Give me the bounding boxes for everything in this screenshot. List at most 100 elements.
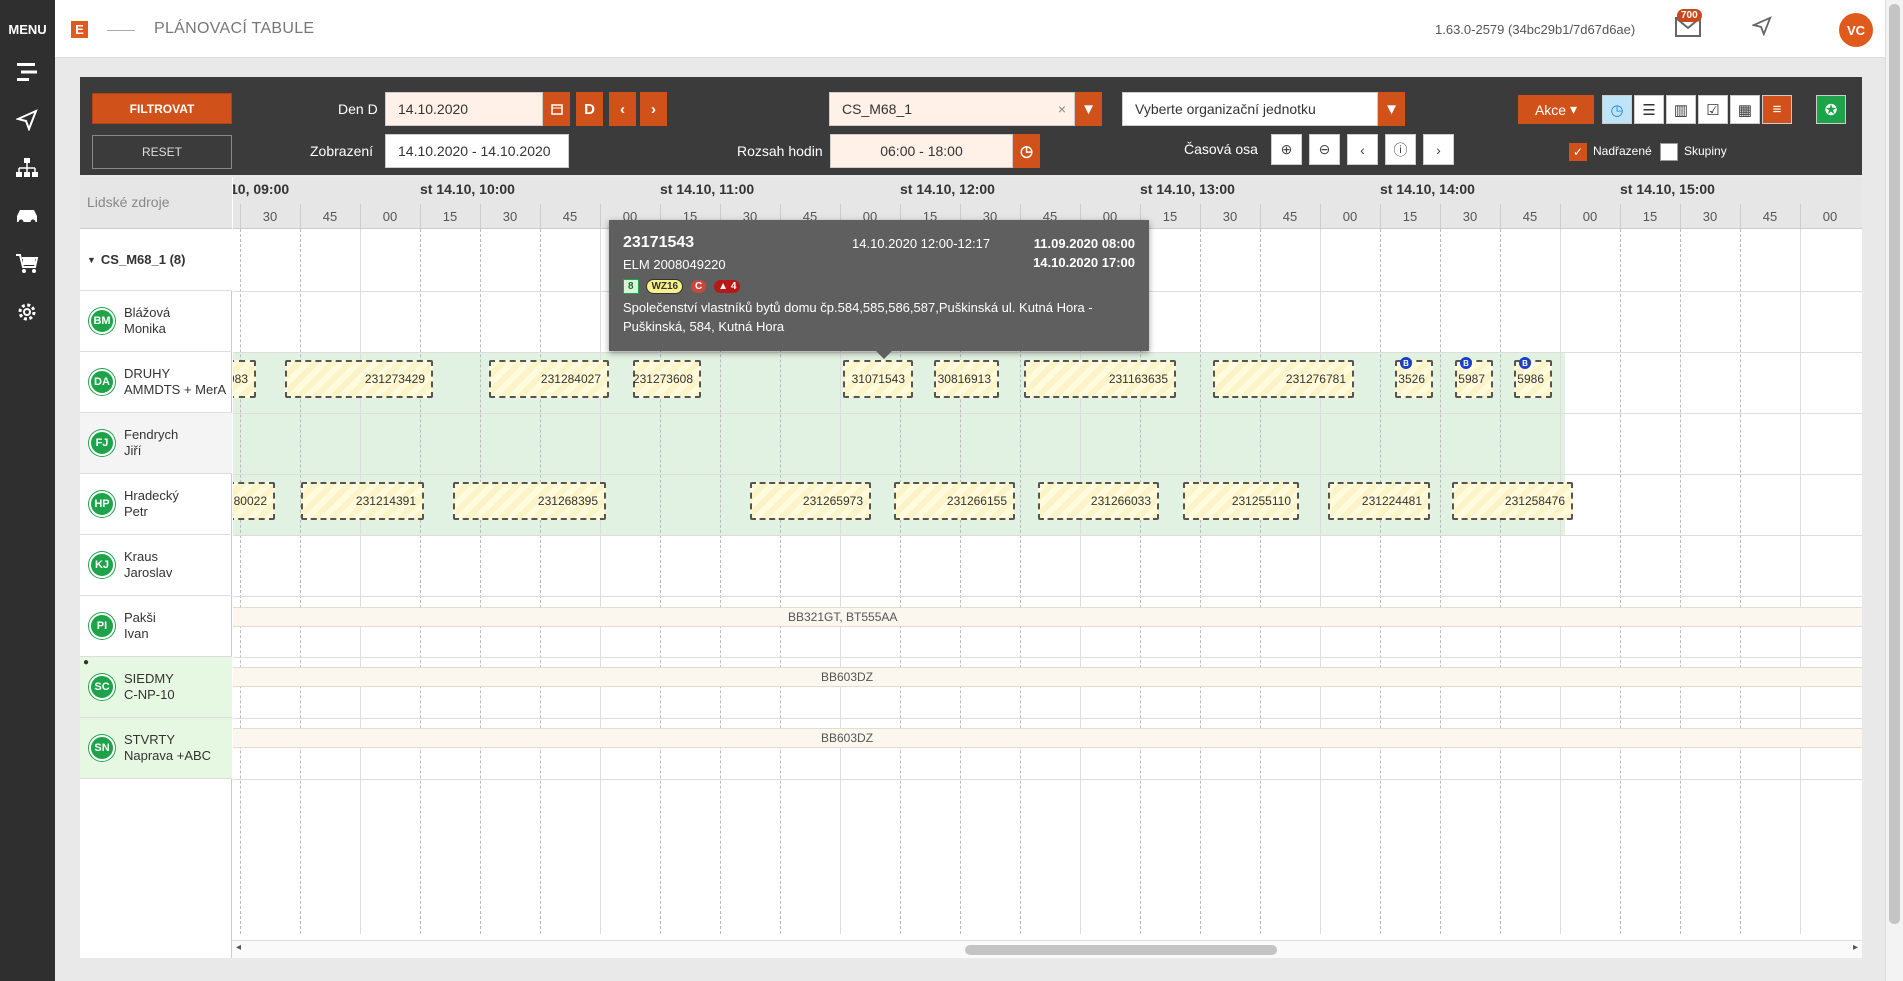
task-block[interactable]: 5987 B bbox=[1455, 357, 1493, 398]
zoom-out-icon[interactable]: ⊖ bbox=[1309, 134, 1340, 165]
task-block[interactable]: 31071543 bbox=[843, 360, 913, 398]
resource-row[interactable]: BM Blážová Monika bbox=[80, 291, 232, 352]
filter-button[interactable]: FILTROVAT bbox=[92, 93, 232, 124]
org-tree-icon[interactable] bbox=[13, 154, 41, 182]
user-avatar[interactable]: VC bbox=[1839, 13, 1873, 47]
rozsah-input[interactable]: 06:00 - 18:00 bbox=[830, 134, 1013, 168]
timeline-prev-button[interactable]: ‹ bbox=[1347, 134, 1378, 165]
horizontal-scrollbar[interactable]: ◂ ▸ bbox=[232, 940, 1862, 958]
resources-header: Lidské zdroje bbox=[80, 177, 232, 229]
unit-dropdown-button[interactable]: ▼ bbox=[1075, 92, 1102, 126]
task-block[interactable]: 231266033 bbox=[1038, 482, 1159, 520]
resource-row[interactable]: FJ Fendrych Jiří bbox=[80, 413, 232, 474]
zobrazeni-input[interactable]: 14.10.2020 - 14.10.2020 bbox=[385, 134, 569, 168]
scroll-right-icon[interactable]: ▸ bbox=[1853, 942, 1858, 953]
vehicle-label: BB603DZ bbox=[821, 731, 874, 745]
nadrazene-checkbox[interactable]: ✓ bbox=[1569, 143, 1587, 161]
task-block[interactable]: 231258476 bbox=[1452, 482, 1573, 520]
prev-day-button[interactable]: ‹ bbox=[609, 92, 636, 126]
minute-tick bbox=[360, 204, 361, 229]
task-block[interactable]: 231273429 bbox=[285, 360, 433, 398]
car-icon[interactable] bbox=[13, 202, 41, 230]
grid-line bbox=[480, 229, 481, 934]
hour-label: st 14.10, 13:00 bbox=[1140, 181, 1235, 197]
task-block[interactable]: 231224481 bbox=[1328, 482, 1430, 520]
scrollbar-thumb[interactable] bbox=[965, 945, 1277, 955]
top-bar: E PLÁNOVACÍ TABULE 1.63.0-2579 (34bc29b1… bbox=[55, 0, 1885, 58]
time-view-icon[interactable]: ◷ bbox=[1602, 95, 1632, 124]
resource-name: STVRTY Naprava +ABC bbox=[124, 732, 212, 763]
calendar-icon[interactable] bbox=[543, 92, 570, 126]
minute-tick bbox=[1260, 204, 1261, 229]
page-scrollbar[interactable] bbox=[1885, 0, 1903, 981]
task-block[interactable]: 983 bbox=[233, 360, 256, 398]
vehicle-bar[interactable]: BB321GT, BT555AA bbox=[233, 607, 1862, 627]
task-block[interactable]: 231268395 bbox=[453, 482, 606, 520]
rows-view-icon[interactable]: ☰ bbox=[1634, 95, 1664, 124]
checklist-view-icon[interactable]: ☑ bbox=[1698, 95, 1728, 124]
unit-value: CS_M68_1 bbox=[842, 101, 913, 117]
task-block[interactable]: 231265973 bbox=[750, 482, 871, 520]
caret-down-icon[interactable]: ▼ bbox=[87, 255, 96, 265]
d-button[interactable]: D bbox=[576, 92, 603, 126]
gantt-view-icon[interactable]: ≡ bbox=[1762, 95, 1792, 124]
task-block[interactable]: 231276781 bbox=[1213, 360, 1354, 398]
group-label: CS_M68_1 (8) bbox=[100, 252, 186, 267]
unit-select[interactable]: CS_M68_1 × bbox=[829, 92, 1075, 126]
clock-icon[interactable]: ◷ bbox=[1013, 134, 1040, 168]
menu-label[interactable]: MENU bbox=[0, 22, 55, 37]
task-block[interactable]: 231214391 bbox=[301, 482, 424, 520]
tag-count: 8 bbox=[623, 278, 639, 294]
task-block[interactable]: 280022 bbox=[233, 482, 275, 520]
row-line bbox=[233, 657, 1862, 658]
org-unit-dropdown-button[interactable]: ▼ bbox=[1378, 92, 1405, 126]
timeline-icon[interactable] bbox=[13, 58, 41, 86]
task-block[interactable]: 231284027 bbox=[489, 360, 609, 398]
next-day-button[interactable]: › bbox=[640, 92, 667, 126]
b-badge: B bbox=[1519, 357, 1531, 369]
resource-row[interactable]: SN STVRTY Naprava +ABC bbox=[80, 718, 232, 779]
task-block[interactable]: 231266155 bbox=[894, 482, 1015, 520]
clear-icon[interactable]: × bbox=[1058, 101, 1066, 117]
skupiny-checkbox[interactable] bbox=[1660, 143, 1678, 161]
task-block[interactable]: 231255110 bbox=[1183, 482, 1299, 520]
send-icon[interactable] bbox=[13, 106, 41, 134]
info-icon[interactable]: ⓘ bbox=[1385, 134, 1416, 165]
task-block[interactable]: 231273608 bbox=[633, 360, 701, 398]
akce-button[interactable]: Akce ▾ bbox=[1518, 95, 1594, 124]
grid-view-icon[interactable]: ▦ bbox=[1730, 95, 1760, 124]
send-icon[interactable] bbox=[1751, 16, 1772, 42]
scroll-left-icon[interactable]: ◂ bbox=[236, 942, 241, 953]
task-block[interactable]: 231163635 bbox=[1024, 360, 1176, 398]
scrollbar-thumb[interactable] bbox=[1889, 4, 1900, 924]
task-block[interactable]: 5986 B bbox=[1514, 357, 1552, 398]
resource-row[interactable]: PI Pakši Ivan bbox=[80, 596, 232, 657]
den-d-input[interactable]: 14.10.2020 bbox=[385, 92, 543, 126]
minute-label: 00 bbox=[1822, 209, 1838, 224]
org-unit-select[interactable]: Vyberte organizační jednotku bbox=[1122, 92, 1378, 126]
resource-avatar: SC bbox=[89, 674, 115, 700]
vehicle-bar[interactable]: BB603DZ bbox=[233, 667, 1862, 687]
reset-button[interactable]: RESET bbox=[92, 135, 232, 169]
row-line bbox=[233, 535, 1862, 536]
gear-icon[interactable] bbox=[13, 298, 41, 326]
columns-view-icon[interactable]: ▥ bbox=[1666, 95, 1696, 124]
vehicle-bar[interactable]: BB603DZ bbox=[233, 728, 1862, 748]
timeline-next-button[interactable]: › bbox=[1423, 134, 1454, 165]
task-block[interactable]: 3526 B bbox=[1395, 357, 1433, 398]
resource-row[interactable]: SC SIEDMY C-NP-10 ● bbox=[80, 657, 232, 718]
resource-row[interactable]: KJ Kraus Jaroslav bbox=[80, 535, 232, 596]
resource-row[interactable]: DA DRUHY AMMDTS + MerA bbox=[80, 352, 232, 413]
version-label: 1.63.0-2579 (34bc29b1/7d67d6ae) bbox=[1435, 22, 1636, 37]
task-block[interactable]: 30816913 bbox=[934, 360, 999, 398]
resource-name: SIEDMY C-NP-10 bbox=[124, 671, 175, 702]
grid-line bbox=[1440, 229, 1441, 934]
resource-row[interactable]: HP Hradecký Petr bbox=[80, 474, 232, 535]
group-row[interactable]: ▼ CS_M68_1 (8) bbox=[80, 229, 232, 291]
tooltip-tags: 8 WZ16 C ▲ 4 bbox=[623, 277, 744, 294]
row-line bbox=[233, 779, 1862, 780]
cart-icon[interactable] bbox=[13, 250, 41, 278]
settings-round-icon[interactable]: ✪ bbox=[1816, 95, 1846, 124]
zoom-in-icon[interactable]: ⊕ bbox=[1271, 134, 1302, 165]
resource-name: Hradecký Petr bbox=[124, 488, 179, 519]
